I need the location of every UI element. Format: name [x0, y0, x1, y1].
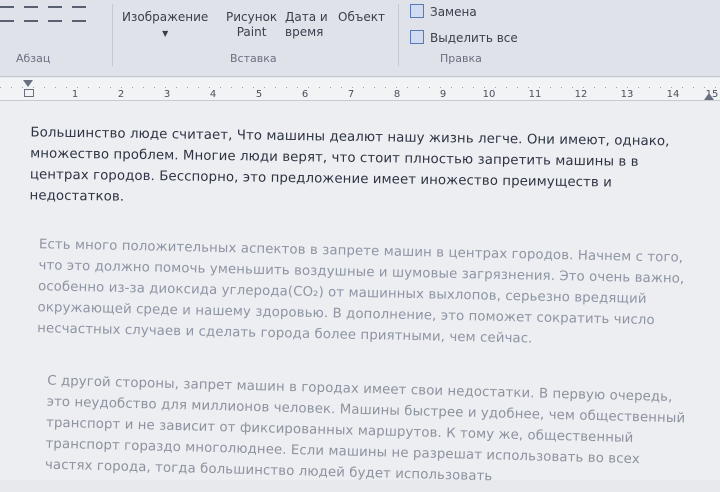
ruler-tick: 8 [393, 89, 401, 100]
ruler-tick: 14 [666, 89, 680, 100]
replace-icon [410, 4, 424, 18]
datetime-label-2: время [285, 25, 324, 39]
paragraph-1[interactable]: Большинство люде считает, Что машины деа… [29, 122, 692, 215]
document-page[interactable]: Большинство люде считает, Что машины деа… [0, 101, 720, 484]
ruler-tick: 3 [163, 89, 171, 100]
select-all-button[interactable]: Выделить все [410, 30, 518, 45]
paint-button[interactable]: Рисунок Paint [226, 10, 277, 40]
replace-button[interactable]: Замена [410, 4, 477, 19]
ribbon: Абзац Изображение ▼ Рисунок Paint Дата и… [0, 0, 720, 77]
ribbon-separator [112, 4, 113, 66]
chevron-down-icon: ▼ [162, 29, 169, 38]
ruler-tick: 5 [255, 89, 263, 100]
align-right-icon[interactable] [24, 6, 38, 22]
image-button-label: Изображение [122, 10, 209, 24]
justify-icon[interactable] [48, 6, 62, 22]
ribbon-separator [398, 4, 399, 66]
horizontal-ruler[interactable]: 1 2 3 4 5 6 7 8 9 10 11 12 13 14 15 [0, 78, 720, 101]
replace-label: Замена [430, 5, 477, 19]
object-label: Объект [338, 10, 385, 24]
align-center-icon[interactable] [0, 6, 14, 22]
ruler-tick: 1 [71, 89, 79, 100]
datetime-button[interactable]: Дата и время [285, 10, 328, 40]
ruler-tick: 4 [209, 89, 217, 100]
ruler-dots [0, 87, 720, 88]
paragraph-2[interactable]: Есть много положительных аспектов в запр… [37, 234, 689, 353]
first-line-indent-marker[interactable] [23, 80, 34, 97]
paragraph-3[interactable]: С другой стороны, запрет машин в городах… [45, 371, 688, 492]
ruler-tick: 10 [482, 89, 496, 100]
paint-label-2: Paint [236, 25, 267, 39]
paragraph-settings-icon[interactable] [72, 6, 86, 22]
image-button[interactable]: Изображение ▼ [122, 10, 208, 41]
object-button[interactable]: Объект [338, 10, 385, 25]
ruler-tick: 13 [620, 89, 634, 100]
paint-label-1: Рисунок [226, 10, 278, 24]
paragraph-tools [0, 6, 96, 22]
select-all-label: Выделить все [430, 31, 518, 45]
editing-group-label: Правка [440, 52, 482, 65]
ruler-tick: 12 [574, 89, 588, 100]
insert-group-label: Вставка [230, 52, 277, 65]
ruler-tick: 7 [347, 89, 355, 100]
select-all-icon [410, 30, 424, 44]
ruler-tick: 9 [439, 89, 447, 100]
ruler-tick: 11 [528, 89, 542, 100]
datetime-label-1: Дата и [285, 10, 328, 24]
ruler-tick: 6 [301, 89, 309, 100]
ruler-tick: 2 [117, 89, 125, 100]
right-indent-marker[interactable] [704, 93, 714, 100]
paragraph-group-label: Абзац [16, 52, 51, 65]
